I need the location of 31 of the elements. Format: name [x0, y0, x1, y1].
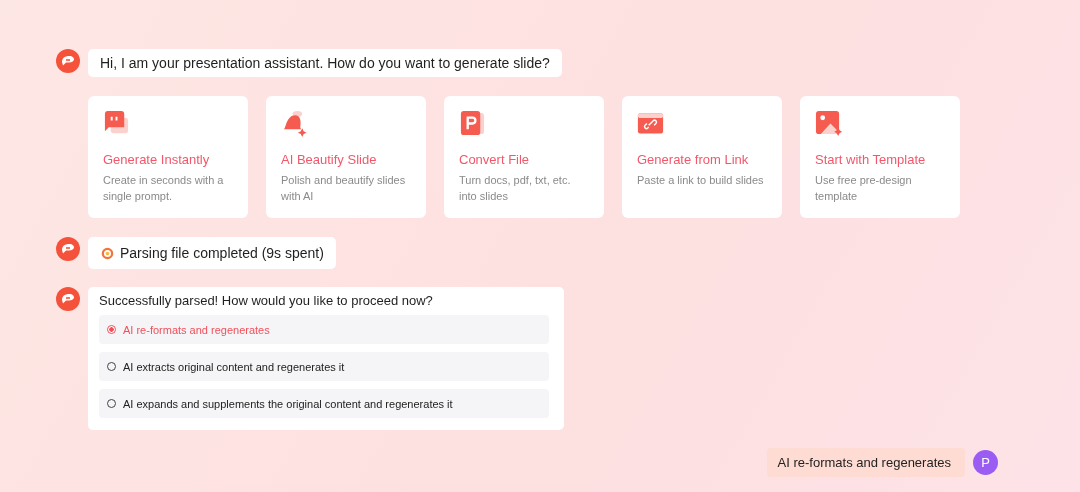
status-message: Parsing file completed (9s spent) [120, 244, 324, 263]
card-title: Generate from Link [637, 152, 749, 167]
option-card[interactable]: AI Beautify Slide Polish and beautify slides with AI [266, 96, 426, 218]
card-title: Generate Instantly [103, 152, 210, 167]
bot-avatar-icon [56, 237, 80, 261]
option-card[interactable]: Generate from Link Paste a link to build slides [622, 96, 782, 218]
radio-button[interactable] [107, 325, 116, 334]
user-avatar: P [973, 450, 998, 475]
option-card[interactable]: Generate Instantly Create in seconds with a single prompt. [88, 96, 248, 218]
bot-avatar-icon [56, 287, 80, 311]
choice-option[interactable]: AI expands and supplements the original content and regenerates it [99, 389, 549, 418]
completed-status-icon [101, 246, 114, 260]
question-text: Successfully parsed! How would you like to proceed now? [99, 293, 434, 308]
card-title: Start with Template [815, 152, 926, 167]
card-title: AI Beautify Slide [281, 152, 377, 167]
card-description: Polish and beautify slides with AI [281, 173, 407, 204]
user-message: AI re-formats and regenerates [766, 448, 965, 477]
card-description: Turn docs, pdf, txt, etc. into slides [459, 173, 572, 204]
file-p-icon [459, 110, 486, 137]
option-card[interactable]: Start with Template Use free pre-design template [800, 96, 960, 218]
choice-option[interactable]: AI re-formats and regenerates [99, 315, 549, 344]
image-sparkle-icon [815, 110, 842, 137]
option-card[interactable]: Convert File Turn docs, pdf, txt, etc. into slides [444, 96, 604, 218]
assistant-message: Hi, I am your presentation assistant. How do you want to generate slide? [88, 49, 562, 77]
bot-avatar-icon [56, 49, 80, 73]
card-title: Convert File [459, 152, 530, 167]
card-description: Use free pre-design template [815, 173, 913, 204]
card-description: Create in seconds with a single prompt. [103, 173, 225, 204]
card-description: Paste a link to build slides [637, 173, 764, 188]
bell-sparkle-icon [281, 110, 308, 137]
choice-option[interactable]: AI extracts original content and regenerates it [99, 352, 549, 381]
